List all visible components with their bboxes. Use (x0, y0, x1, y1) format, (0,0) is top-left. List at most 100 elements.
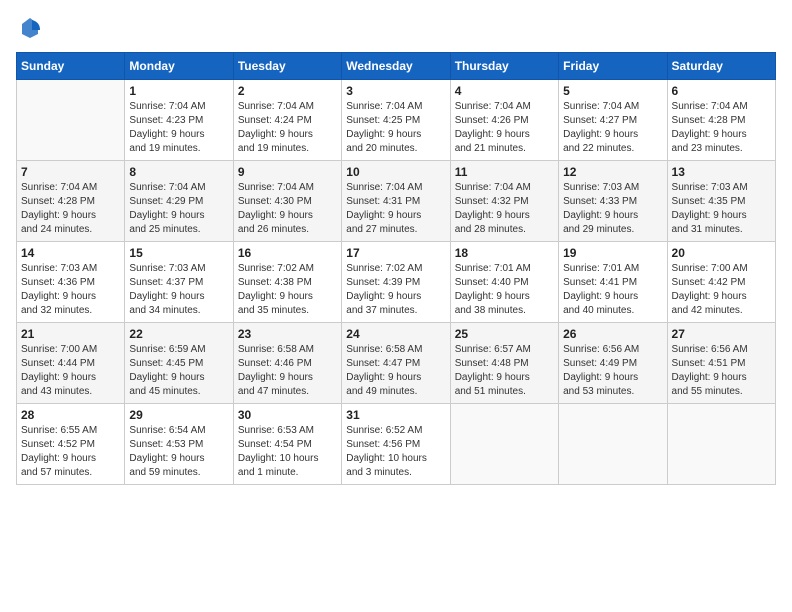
calendar-cell: 26 Sunrise: 6:56 AM Sunset: 4:49 PM Dayli… (559, 323, 667, 404)
day-info: Sunrise: 6:54 AM Sunset: 4:53 PM Dayligh… (129, 424, 228, 480)
calendar-cell: 9 Sunrise: 7:04 AM Sunset: 4:30 PM Daylig… (233, 161, 341, 242)
day-info: Sunrise: 7:04 AM Sunset: 4:28 PM Dayligh… (21, 181, 120, 237)
day-info: Sunrise: 6:58 AM Sunset: 4:47 PM Dayligh… (346, 343, 445, 399)
day-number: 11 (455, 165, 554, 179)
calendar-cell: 31Sunrise: 6:52 AM Sunset: 4:56 PM Dayli… (342, 404, 450, 485)
calendar-cell: 25 Sunrise: 6:57 AM Sunset: 4:48 PM Dayli… (450, 323, 558, 404)
calendar-cell (450, 404, 558, 485)
day-number: 19 (563, 246, 662, 260)
calendar-table: SundayMondayTuesdayWednesdayThursdayFrid… (16, 52, 776, 485)
day-number: 31 (346, 408, 445, 422)
calendar-week-row: 14Sunrise: 7:03 AM Sunset: 4:36 PM Dayli… (17, 242, 776, 323)
day-header-sunday: Sunday (17, 53, 125, 80)
calendar-cell: 20 Sunrise: 7:00 AM Sunset: 4:42 PM Dayli… (667, 242, 775, 323)
day-info: Sunrise: 7:02 AM Sunset: 4:38 PM Dayligh… (238, 262, 337, 318)
day-info: Sunrise: 6:53 AM Sunset: 4:54 PM Dayligh… (238, 424, 337, 480)
day-info: Sunrise: 6:57 AM Sunset: 4:48 PM Dayligh… (455, 343, 554, 399)
day-number: 28 (21, 408, 120, 422)
day-number: 12 (563, 165, 662, 179)
day-number: 29 (129, 408, 228, 422)
calendar-cell: 19 Sunrise: 7:01 AM Sunset: 4:41 PM Dayli… (559, 242, 667, 323)
calendar-cell (667, 404, 775, 485)
calendar-cell: 24 Sunrise: 6:58 AM Sunset: 4:47 PM Dayli… (342, 323, 450, 404)
day-number: 23 (238, 327, 337, 341)
day-number: 21 (21, 327, 120, 341)
day-info: Sunrise: 7:04 AM Sunset: 4:25 PM Dayligh… (346, 100, 445, 156)
day-number: 15 (129, 246, 228, 260)
day-number: 17 (346, 246, 445, 260)
day-number: 22 (129, 327, 228, 341)
calendar-cell: 22 Sunrise: 6:59 AM Sunset: 4:45 PM Dayli… (125, 323, 233, 404)
day-info: Sunrise: 6:56 AM Sunset: 4:51 PM Dayligh… (672, 343, 771, 399)
page-header (16, 16, 776, 40)
calendar-cell: 18 Sunrise: 7:01 AM Sunset: 4:40 PM Dayli… (450, 242, 558, 323)
day-info: Sunrise: 6:56 AM Sunset: 4:49 PM Dayligh… (563, 343, 662, 399)
day-header-thursday: Thursday (450, 53, 558, 80)
day-number: 20 (672, 246, 771, 260)
calendar-cell: 28 Sunrise: 6:55 AM Sunset: 4:52 PM Dayli… (17, 404, 125, 485)
calendar-cell: 27 Sunrise: 6:56 AM Sunset: 4:51 PM Dayli… (667, 323, 775, 404)
day-number: 10 (346, 165, 445, 179)
day-number: 30 (238, 408, 337, 422)
calendar-week-row: 28 Sunrise: 6:55 AM Sunset: 4:52 PM Dayli… (17, 404, 776, 485)
calendar-header-row: SundayMondayTuesdayWednesdayThursdayFrid… (17, 53, 776, 80)
calendar-cell: 17 Sunrise: 7:02 AM Sunset: 4:39 PM Dayli… (342, 242, 450, 323)
calendar-cell: 11 Sunrise: 7:04 AM Sunset: 4:32 PM Dayli… (450, 161, 558, 242)
day-info: Sunrise: 7:03 AM Sunset: 4:33 PM Dayligh… (563, 181, 662, 237)
day-header-monday: Monday (125, 53, 233, 80)
day-info: Sunrise: 7:00 AM Sunset: 4:44 PM Dayligh… (21, 343, 120, 399)
calendar-cell: 14Sunrise: 7:03 AM Sunset: 4:36 PM Dayli… (17, 242, 125, 323)
calendar-cell: 5 Sunrise: 7:04 AM Sunset: 4:27 PM Daylig… (559, 80, 667, 161)
calendar-cell: 12 Sunrise: 7:03 AM Sunset: 4:33 PM Dayli… (559, 161, 667, 242)
day-info: Sunrise: 7:04 AM Sunset: 4:28 PM Dayligh… (672, 100, 771, 156)
day-info: Sunrise: 6:59 AM Sunset: 4:45 PM Dayligh… (129, 343, 228, 399)
day-number: 24 (346, 327, 445, 341)
day-number: 9 (238, 165, 337, 179)
calendar-cell: 1Sunrise: 7:04 AM Sunset: 4:23 PM Daylig… (125, 80, 233, 161)
day-info: Sunrise: 7:04 AM Sunset: 4:30 PM Dayligh… (238, 181, 337, 237)
calendar-cell: 7 Sunrise: 7:04 AM Sunset: 4:28 PM Daylig… (17, 161, 125, 242)
day-info: Sunrise: 7:03 AM Sunset: 4:37 PM Dayligh… (129, 262, 228, 318)
day-number: 26 (563, 327, 662, 341)
calendar-week-row: 7 Sunrise: 7:04 AM Sunset: 4:28 PM Daylig… (17, 161, 776, 242)
day-info: Sunrise: 7:00 AM Sunset: 4:42 PM Dayligh… (672, 262, 771, 318)
day-number: 18 (455, 246, 554, 260)
day-info: Sunrise: 7:03 AM Sunset: 4:35 PM Dayligh… (672, 181, 771, 237)
calendar-cell (559, 404, 667, 485)
calendar-week-row: 1Sunrise: 7:04 AM Sunset: 4:23 PM Daylig… (17, 80, 776, 161)
day-info: Sunrise: 7:04 AM Sunset: 4:29 PM Dayligh… (129, 181, 228, 237)
calendar-cell: 8 Sunrise: 7:04 AM Sunset: 4:29 PM Daylig… (125, 161, 233, 242)
day-header-saturday: Saturday (667, 53, 775, 80)
day-number: 5 (563, 84, 662, 98)
day-number: 27 (672, 327, 771, 341)
day-info: Sunrise: 7:04 AM Sunset: 4:32 PM Dayligh… (455, 181, 554, 237)
day-number: 8 (129, 165, 228, 179)
day-info: Sunrise: 7:01 AM Sunset: 4:41 PM Dayligh… (563, 262, 662, 318)
day-header-friday: Friday (559, 53, 667, 80)
calendar-cell: 10 Sunrise: 7:04 AM Sunset: 4:31 PM Dayli… (342, 161, 450, 242)
day-number: 13 (672, 165, 771, 179)
calendar-cell: 4Sunrise: 7:04 AM Sunset: 4:26 PM Daylig… (450, 80, 558, 161)
day-number: 16 (238, 246, 337, 260)
day-number: 7 (21, 165, 120, 179)
day-info: Sunrise: 6:58 AM Sunset: 4:46 PM Dayligh… (238, 343, 337, 399)
day-info: Sunrise: 7:01 AM Sunset: 4:40 PM Dayligh… (455, 262, 554, 318)
day-info: Sunrise: 7:04 AM Sunset: 4:24 PM Dayligh… (238, 100, 337, 156)
day-number: 3 (346, 84, 445, 98)
day-header-wednesday: Wednesday (342, 53, 450, 80)
day-info: Sunrise: 7:04 AM Sunset: 4:27 PM Dayligh… (563, 100, 662, 156)
calendar-cell: 30 Sunrise: 6:53 AM Sunset: 4:54 PM Dayli… (233, 404, 341, 485)
day-info: Sunrise: 7:02 AM Sunset: 4:39 PM Dayligh… (346, 262, 445, 318)
day-number: 25 (455, 327, 554, 341)
day-info: Sunrise: 7:04 AM Sunset: 4:26 PM Dayligh… (455, 100, 554, 156)
logo (16, 16, 46, 40)
calendar-cell (17, 80, 125, 161)
day-number: 14 (21, 246, 120, 260)
calendar-cell: 3 Sunrise: 7:04 AM Sunset: 4:25 PM Daylig… (342, 80, 450, 161)
calendar-cell: 23 Sunrise: 6:58 AM Sunset: 4:46 PM Dayli… (233, 323, 341, 404)
day-header-tuesday: Tuesday (233, 53, 341, 80)
day-info: Sunrise: 7:04 AM Sunset: 4:23 PM Dayligh… (129, 100, 228, 156)
day-info: Sunrise: 6:55 AM Sunset: 4:52 PM Dayligh… (21, 424, 120, 480)
day-number: 6 (672, 84, 771, 98)
day-info: Sunrise: 7:04 AM Sunset: 4:31 PM Dayligh… (346, 181, 445, 237)
